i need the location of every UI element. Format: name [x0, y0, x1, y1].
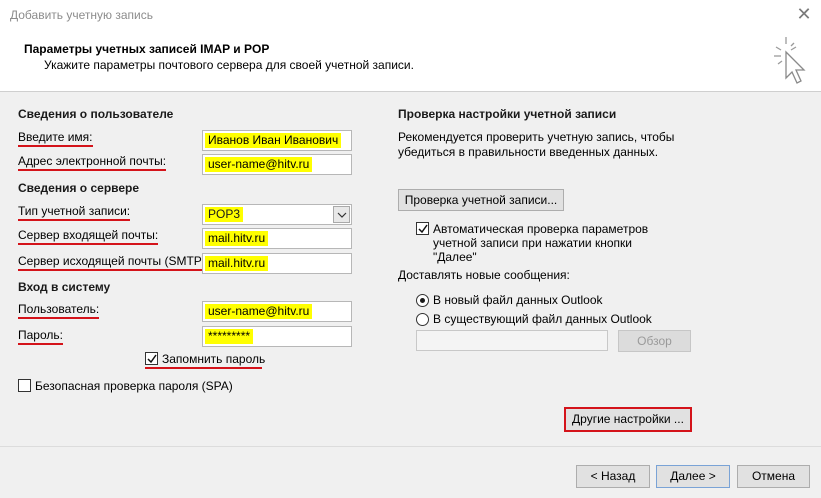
outgoing-server-value: mail.hitv.ru [205, 256, 269, 271]
dialog-footer: < Назад Далее > Отмена [0, 446, 821, 498]
annotation-underline [145, 367, 262, 369]
outgoing-server-field[interactable]: mail.hitv.ru [202, 253, 352, 274]
incoming-server-label: Сервер входящей почты: [18, 228, 159, 245]
email-value: user-name@hitv.ru [205, 157, 313, 172]
window-title: Добавить учетную запись [10, 8, 153, 22]
user-info-heading: Сведения о пользователе [18, 107, 174, 121]
server-info-heading: Сведения о сервере [18, 181, 140, 195]
password-value: ********* [205, 329, 254, 344]
remember-password-checkbox[interactable] [145, 352, 158, 365]
auto-check-label-1: Автоматическая проверка параметров [433, 222, 649, 236]
cursor-click-icon [774, 37, 806, 84]
chevron-down-icon[interactable] [333, 206, 350, 223]
header-subtitle: Укажите параметры почтового сервера для … [44, 58, 414, 72]
test-description-1: Рекомендуется проверить учетную запись, … [398, 130, 675, 144]
name-value: Иванов Иван Иванович [205, 133, 342, 148]
browse-button[interactable]: Обзор [618, 330, 691, 352]
account-type-label: Тип учетной записи: [18, 204, 131, 221]
cancel-button[interactable]: Отмена [737, 465, 810, 488]
close-icon[interactable]: ✕ [793, 4, 815, 26]
radio-selected-dot [420, 298, 425, 303]
spa-checkbox[interactable] [18, 379, 31, 392]
radio-new-data-file[interactable] [416, 294, 429, 307]
user-value: user-name@hitv.ru [205, 304, 313, 319]
name-label: Введите имя: [18, 130, 93, 147]
incoming-server-field[interactable]: mail.hitv.ru [202, 228, 352, 249]
outgoing-server-label: Сервер исходящей почты (SMTP): [18, 254, 210, 271]
checkmark-icon [418, 224, 428, 234]
radio-new-data-file-label: В новый файл данных Outlook [433, 293, 603, 307]
auto-check-label-2: учетной записи при нажатии кнопки [433, 236, 632, 250]
incoming-server-value: mail.hitv.ru [205, 231, 269, 246]
user-field[interactable]: user-name@hitv.ru [202, 301, 352, 322]
dialog-header: Параметры учетных записей IMAP и POP Ука… [0, 30, 821, 92]
main-panel: Сведения о пользователе Введите имя: Ива… [0, 92, 821, 446]
header-title: Параметры учетных записей IMAP и POP [24, 42, 270, 56]
spa-label: Безопасная проверка пароля (SPA) [35, 379, 233, 393]
auto-check-label-3: "Далее" [433, 250, 477, 264]
email-field[interactable]: user-name@hitv.ru [202, 154, 352, 175]
deliver-heading: Доставлять новые сообщения: [398, 268, 570, 282]
email-label: Адрес электронной почты: [18, 154, 167, 171]
user-label: Пользователь: [18, 302, 100, 319]
account-type-value: POP3 [205, 207, 244, 222]
login-heading: Вход в систему [18, 280, 111, 294]
existing-file-path-field[interactable] [416, 330, 608, 351]
back-button[interactable]: < Назад [576, 465, 650, 488]
next-button[interactable]: Далее > [656, 465, 730, 488]
radio-existing-data-file[interactable] [416, 313, 429, 326]
auto-check-checkbox[interactable] [416, 222, 429, 235]
remember-password-label: Запомнить пароль [162, 352, 266, 366]
password-field[interactable]: ********* [202, 326, 352, 347]
radio-existing-data-file-label: В существующий файл данных Outlook [433, 312, 652, 326]
account-type-select[interactable]: POP3 [202, 204, 352, 225]
test-description-2: убедиться в правильности введенных данны… [398, 145, 659, 159]
password-label: Пароль: [18, 328, 63, 345]
test-account-button[interactable]: Проверка учетной записи... [398, 189, 564, 211]
checkmark-icon [147, 354, 157, 364]
name-field[interactable]: Иванов Иван Иванович [202, 130, 352, 151]
more-settings-button[interactable]: Другие настройки ... [564, 407, 692, 432]
title-bar: Добавить учетную запись ✕ [0, 0, 821, 30]
test-heading: Проверка настройки учетной записи [398, 107, 617, 121]
